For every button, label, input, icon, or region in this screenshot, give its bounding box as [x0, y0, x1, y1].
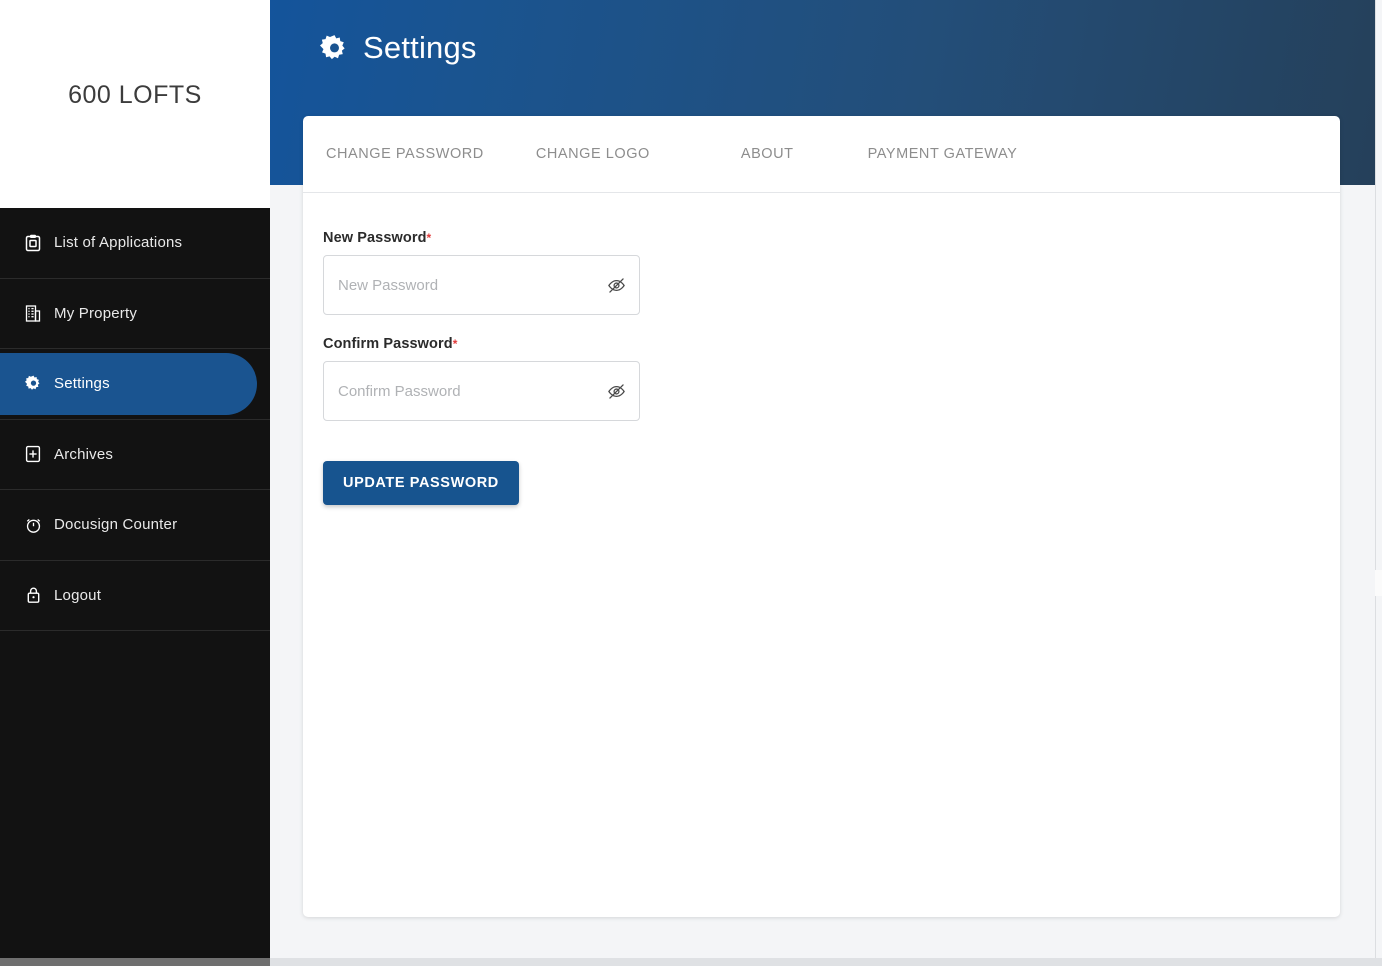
sidebar-item-label: Archives — [54, 445, 114, 463]
settings-card: CHANGE PASSWORD CHANGE LOGO ABOUT PAYMEN… — [303, 116, 1340, 917]
sidebar-nav: List of Applications My Property Setting… — [0, 208, 270, 958]
new-password-input[interactable] — [323, 255, 640, 315]
tab-change-logo[interactable]: CHANGE LOGO — [524, 138, 662, 170]
page-title: Settings — [363, 30, 477, 65]
required-marker: * — [426, 231, 432, 245]
sidebar-item-label: Logout — [54, 586, 102, 604]
sidebar-item-settings[interactable]: Settings — [0, 349, 270, 420]
brand-logo[interactable]: 600 LOFTS — [0, 0, 270, 208]
new-password-field-group: New Password* — [323, 230, 1340, 315]
sidebar-item-list-of-applications[interactable]: List of Applications — [0, 208, 270, 279]
confirm-password-label-text: Confirm Password — [323, 336, 453, 352]
lock-icon — [20, 586, 46, 604]
required-marker: * — [452, 337, 458, 351]
sidebar-item-label: List of Applications — [54, 234, 183, 252]
sidebar-item-label: Docusign Counter — [54, 516, 178, 534]
eye-slash-icon[interactable] — [604, 379, 628, 403]
building-icon — [20, 304, 46, 322]
new-password-label: New Password* — [323, 230, 1340, 246]
page-header-inner: Settings — [320, 30, 477, 66]
confirm-password-field-group: Confirm Password* — [323, 336, 1340, 421]
eye-slash-icon[interactable] — [604, 273, 628, 297]
sidebar-item-label: My Property — [54, 304, 138, 322]
brand-name: 600 LOFTS — [68, 80, 202, 109]
confirm-password-input[interactable] — [323, 361, 640, 421]
new-password-input-wrap — [323, 255, 640, 315]
sidebar-footer-bar — [0, 958, 270, 966]
gear-icon — [320, 34, 349, 63]
tab-change-password[interactable]: CHANGE PASSWORD — [314, 138, 496, 170]
update-password-button[interactable]: UPDATE PASSWORD — [323, 461, 519, 505]
clipboard-icon — [20, 234, 46, 252]
sidebar-item-logout[interactable]: Logout — [0, 561, 270, 631]
sidebar-item-label: Settings — [54, 375, 110, 393]
vertical-scrollbar-thumb[interactable] — [1375, 570, 1382, 596]
archive-icon — [20, 445, 46, 463]
vertical-scrollbar-track[interactable] — [1375, 0, 1382, 966]
sidebar-item-my-property[interactable]: My Property — [0, 279, 270, 349]
confirm-password-input-wrap — [323, 361, 640, 421]
sidebar-item-archives[interactable]: Archives — [0, 420, 270, 490]
tab-payment-gateway[interactable]: PAYMENT GATEWAY — [856, 138, 1030, 170]
sidebar-item-docusign-counter[interactable]: Docusign Counter — [0, 490, 270, 561]
sidebar: 600 LOFTS List of Applications My Proper… — [0, 0, 270, 966]
stopwatch-icon — [20, 516, 46, 534]
change-password-form: New Password* New Password Confirm Passw… — [303, 193, 1340, 505]
gear-icon — [20, 375, 46, 392]
tab-bar: CHANGE PASSWORD CHANGE LOGO ABOUT PAYMEN… — [303, 116, 1340, 193]
app-root: 600 LOFTS List of Applications My Proper… — [0, 0, 1382, 966]
horizontal-scrollbar[interactable] — [270, 958, 1382, 966]
new-password-label-text: New Password — [323, 230, 427, 246]
confirm-password-label: Confirm Password* — [323, 336, 1340, 352]
content-pane: Settings CHANGE PASSWORD CHANGE LOGO ABO… — [270, 0, 1382, 966]
tab-about[interactable]: ABOUT — [729, 138, 806, 170]
